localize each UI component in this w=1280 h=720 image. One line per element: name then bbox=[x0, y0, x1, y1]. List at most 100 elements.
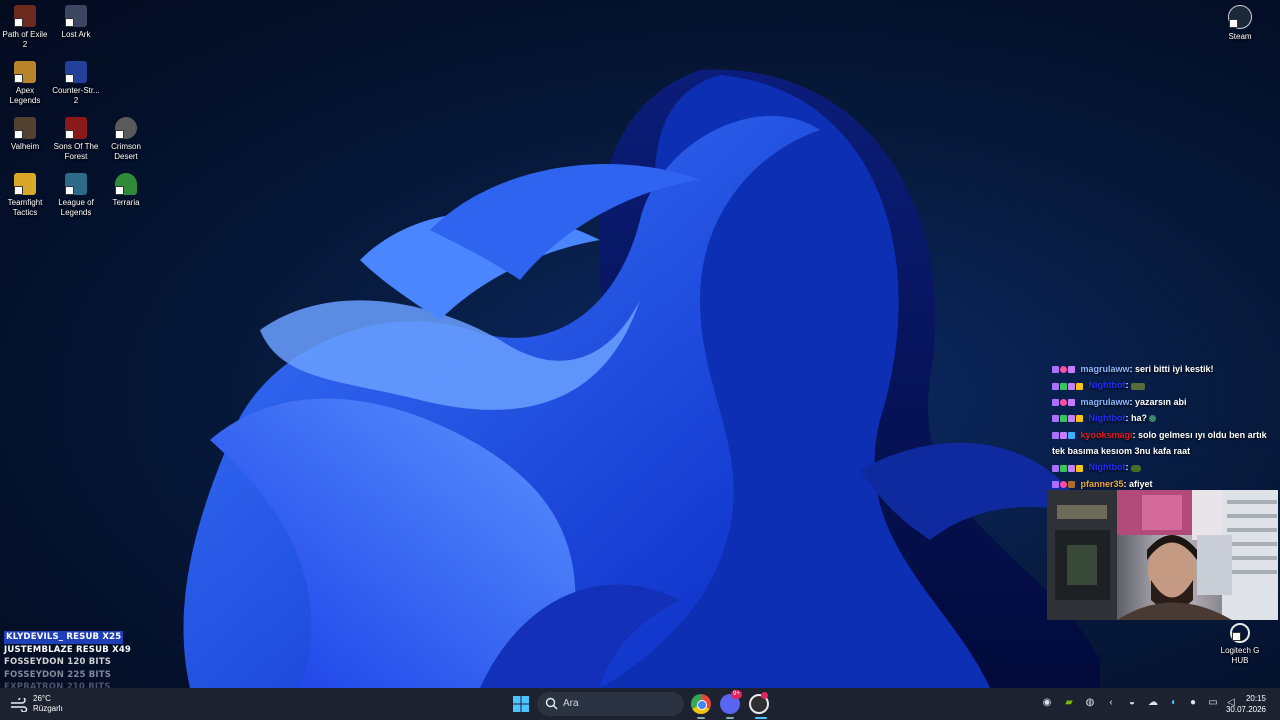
apex-legends-icon bbox=[14, 61, 36, 83]
crown-badge-icon bbox=[1076, 382, 1083, 390]
obs-icon[interactable] bbox=[749, 692, 769, 714]
triangle-badge-icon bbox=[1060, 431, 1067, 439]
display-icon[interactable]: ▭ bbox=[1206, 696, 1220, 710]
lost-ark-icon bbox=[65, 5, 87, 27]
desktop-icon-valheim[interactable]: Valheim bbox=[0, 117, 50, 152]
desktop-icon-teamfight-tactics[interactable]: Teamfight Tactics bbox=[0, 173, 50, 218]
subscriber-badge-icon bbox=[1052, 382, 1059, 390]
crown-badge-icon bbox=[1076, 464, 1083, 472]
subscriber-badge-icon bbox=[1052, 480, 1059, 488]
emote-icon bbox=[1131, 382, 1145, 390]
alert-entry: JUSTEMBLAZE RESUB X49 bbox=[4, 644, 132, 655]
weather-condition: Rüzgarlı bbox=[33, 704, 63, 713]
desktop-icon-logitech-ghub[interactable]: Logitech G HUB bbox=[1215, 623, 1265, 666]
chat-message: Nightbot: bbox=[1052, 459, 1270, 475]
steam-tray-icon[interactable]: ◍ bbox=[1083, 696, 1097, 710]
weather-widget[interactable]: 26°C Rüzgarlı bbox=[10, 692, 70, 716]
desktop-icon-counter-strike[interactable]: Counter-Str... 2 bbox=[51, 61, 101, 106]
wind-icon bbox=[11, 698, 28, 712]
desktop-icon-apex-legends[interactable]: Apex Legends bbox=[0, 61, 50, 106]
running-indicator bbox=[755, 717, 767, 719]
chat-message: magrulaww: seri bitti iyi kestik! bbox=[1052, 361, 1270, 377]
webcam-scene bbox=[1047, 490, 1278, 620]
running-indicator bbox=[726, 717, 734, 719]
teamfight-tactics-icon bbox=[14, 173, 36, 195]
chat-username: magrulaww bbox=[1080, 364, 1130, 374]
league-of-legends-icon bbox=[65, 173, 87, 195]
desktop-icon-league-of-legends[interactable]: League of Legends bbox=[51, 173, 101, 218]
edge-icon[interactable]: ◐ bbox=[1167, 696, 1181, 710]
chat-username: magrulaww bbox=[1080, 396, 1130, 407]
chat-message: kyooksmagi: solo gelmesı ıyı oldu ben ar… bbox=[1052, 427, 1270, 460]
taskbar: 26°C Rüzgarlı Ara 9+ ◉ ▰ ◍ ‹ ◒ ☁ ◐ ● ▭ ◁ bbox=[0, 688, 1280, 720]
desktop-icon-lost-ark[interactable]: Lost Ark bbox=[51, 5, 101, 40]
nvidia-icon[interactable]: ▰ bbox=[1062, 696, 1076, 710]
moderator-badge-icon bbox=[1060, 382, 1067, 390]
alert-entry: FOSSEYDON 225 BITS bbox=[4, 669, 112, 680]
taskbar-search[interactable]: Ara bbox=[537, 692, 684, 716]
terraria-icon bbox=[115, 173, 137, 195]
emote-icon bbox=[1149, 415, 1156, 423]
moderator-badge-icon bbox=[1060, 415, 1067, 423]
stream-chat-overlay: magrulaww: seri bitti iyi kestik! Nightb… bbox=[1052, 361, 1270, 492]
desktop-icon-steam[interactable]: Steam bbox=[1215, 5, 1265, 42]
heart-badge-icon bbox=[1060, 480, 1067, 488]
alert-entry: FOSSEYDON 120 BITS bbox=[4, 657, 112, 667]
sons-of-the-forest-icon bbox=[65, 117, 87, 139]
windows-logo-icon bbox=[513, 696, 529, 712]
emote-icon bbox=[1131, 464, 1141, 472]
triangle-badge-icon bbox=[1068, 382, 1075, 390]
heart-badge-icon bbox=[1060, 366, 1067, 374]
heart-badge-icon bbox=[1060, 398, 1067, 406]
subscriber-badge-icon bbox=[1052, 398, 1059, 406]
gift-badge-icon bbox=[1068, 480, 1075, 488]
start-button[interactable] bbox=[511, 694, 531, 714]
vip-badge-icon bbox=[1068, 431, 1075, 439]
steam-icon bbox=[1228, 5, 1252, 29]
chat-message: Nightbot: bbox=[1052, 377, 1270, 393]
chat-text: : yazarsın abi bbox=[1129, 396, 1187, 407]
subscriber-badge-icon bbox=[1052, 415, 1059, 423]
clock-date: 30.07.2026 bbox=[1225, 705, 1266, 714]
desktop-icon-crimson-desert[interactable]: Crimson Desert bbox=[101, 117, 151, 162]
triangle-badge-icon bbox=[1068, 398, 1075, 406]
chat-text: : ha? bbox=[1125, 413, 1148, 424]
stream-alerts-feed: KLYDEVILS_ RESUB X25 JUSTEMBLAZE RESUB X… bbox=[4, 631, 131, 694]
valheim-icon bbox=[14, 117, 36, 139]
triangle-badge-icon bbox=[1068, 366, 1075, 374]
subscriber-badge-icon bbox=[1052, 366, 1059, 374]
clock-time: 20:15 bbox=[1245, 694, 1266, 703]
microphone-icon[interactable]: ● bbox=[1186, 696, 1200, 710]
chat-message: magrulaww: yazarsın abi bbox=[1052, 394, 1270, 410]
chat-message: Nightbot: ha? bbox=[1052, 410, 1270, 426]
webcam-feed bbox=[1047, 490, 1278, 620]
moderator-badge-icon bbox=[1060, 464, 1067, 472]
chat-text: : afiyet bbox=[1123, 478, 1153, 489]
chat-text: : seri bitti iyi kestik! bbox=[1129, 364, 1214, 374]
triangle-badge-icon bbox=[1068, 415, 1075, 423]
subscriber-badge-icon bbox=[1052, 431, 1059, 439]
counter-strike-icon bbox=[65, 61, 87, 83]
discord-tray-icon[interactable]: ◒ bbox=[1125, 696, 1139, 710]
chat-username: kyooksmagi bbox=[1080, 429, 1133, 440]
logitech-ghub-icon bbox=[1230, 623, 1250, 643]
chat-username: Nightbot bbox=[1088, 413, 1126, 424]
chat-username: pfanner35 bbox=[1080, 478, 1124, 489]
discord-icon[interactable]: 9+ bbox=[720, 690, 742, 714]
desktop-icon-sons-of-the-forest[interactable]: Sons Of The Forest bbox=[51, 117, 101, 162]
steelseries-icon[interactable]: ◉ bbox=[1040, 696, 1054, 710]
search-placeholder: Ara bbox=[563, 698, 579, 709]
search-icon bbox=[545, 697, 558, 710]
system-clock[interactable]: 20:15 30.07.2026 bbox=[1226, 693, 1266, 715]
running-indicator bbox=[697, 717, 705, 719]
chat-username: Nightbot bbox=[1088, 462, 1126, 473]
path-of-exile-icon bbox=[14, 5, 36, 27]
desktop-icon-path-of-exile[interactable]: Path of Exile 2 bbox=[0, 5, 50, 50]
chrome-icon[interactable] bbox=[691, 694, 711, 714]
crown-badge-icon bbox=[1076, 415, 1083, 423]
desktop-icon-terraria[interactable]: Terraria bbox=[101, 173, 151, 208]
chevron-icon[interactable]: ‹ bbox=[1104, 696, 1118, 710]
weather-temp: 26°C bbox=[33, 694, 51, 703]
discord-badge: 9+ bbox=[731, 690, 742, 699]
cloud-icon[interactable]: ☁ bbox=[1146, 696, 1160, 710]
